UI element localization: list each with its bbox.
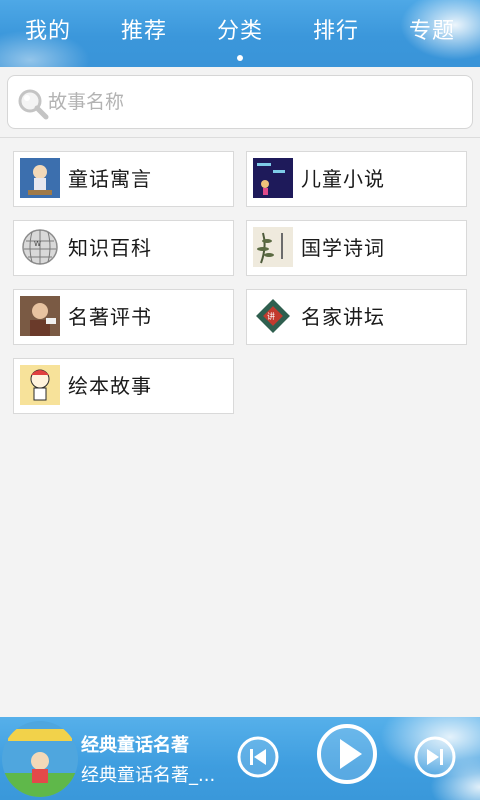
lecture-thumb-icon: 讲 <box>253 296 293 336</box>
svg-text:讲: 讲 <box>267 311 275 321</box>
tab-recommend-label: 推荐 <box>120 19 167 44</box>
search-box[interactable] <box>7 75 473 129</box>
category-fairy-tale[interactable]: 童话寓言 <box>13 151 234 207</box>
tab-category-label: 分类 <box>216 19 263 44</box>
album-cover[interactable] <box>2 721 78 797</box>
fairy-tale-thumb-icon <box>20 158 60 198</box>
tab-ranking-label: 排行 <box>312 19 359 44</box>
track-subtitle: 经典童话名著_... <box>81 765 216 786</box>
next-icon[interactable] <box>413 735 457 779</box>
album-cover-thumb-icon <box>2 721 78 797</box>
category-label: 儿童小说 <box>301 167 385 191</box>
track-title: 经典童话名著 <box>81 735 189 756</box>
category-label: 童话寓言 <box>68 167 152 191</box>
search-input[interactable] <box>48 76 458 128</box>
tab-recommend[interactable]: 推荐 <box>96 0 192 67</box>
tab-category[interactable]: 分类 <box>192 0 288 67</box>
category-label: 知识百科 <box>68 236 152 260</box>
active-tab-indicator <box>237 55 243 61</box>
play-icon[interactable] <box>316 723 378 785</box>
category-label: 名著评书 <box>68 305 152 329</box>
storyteller-thumb-icon <box>20 296 60 336</box>
category-poetry[interactable]: 国学诗词 <box>246 220 467 276</box>
tab-mine[interactable]: 我的 <box>0 0 96 67</box>
poetry-thumb-icon <box>253 227 293 267</box>
encyclopedia-globe-thumb-icon: W <box>20 227 60 267</box>
svg-text:W: W <box>34 240 41 248</box>
category-kids-novel[interactable]: 儿童小说 <box>246 151 467 207</box>
category-lecture[interactable]: 讲 名家讲坛 <box>246 289 467 345</box>
category-label: 国学诗词 <box>301 236 385 260</box>
tab-mine-label: 我的 <box>24 19 71 44</box>
search-icon <box>18 89 49 120</box>
category-label: 绘本故事 <box>68 374 152 398</box>
tab-ranking[interactable]: 排行 <box>288 0 384 67</box>
kids-novel-thumb-icon <box>253 158 293 198</box>
picture-book-thumb-icon <box>20 365 60 405</box>
top-tab-bar: 我的 推荐 分类 排行 专题 <box>0 0 480 67</box>
previous-icon[interactable] <box>236 735 280 779</box>
category-storyteller[interactable]: 名著评书 <box>13 289 234 345</box>
search-area <box>0 67 480 138</box>
category-encyclopedia[interactable]: W 知识百科 <box>13 220 234 276</box>
tab-topics-label: 专题 <box>408 19 455 44</box>
mini-player: 经典童话名著 经典童话名著_... <box>0 717 480 800</box>
category-label: 名家讲坛 <box>301 305 385 329</box>
tab-topics[interactable]: 专题 <box>384 0 480 67</box>
category-picture-book[interactable]: 绘本故事 <box>13 358 234 414</box>
